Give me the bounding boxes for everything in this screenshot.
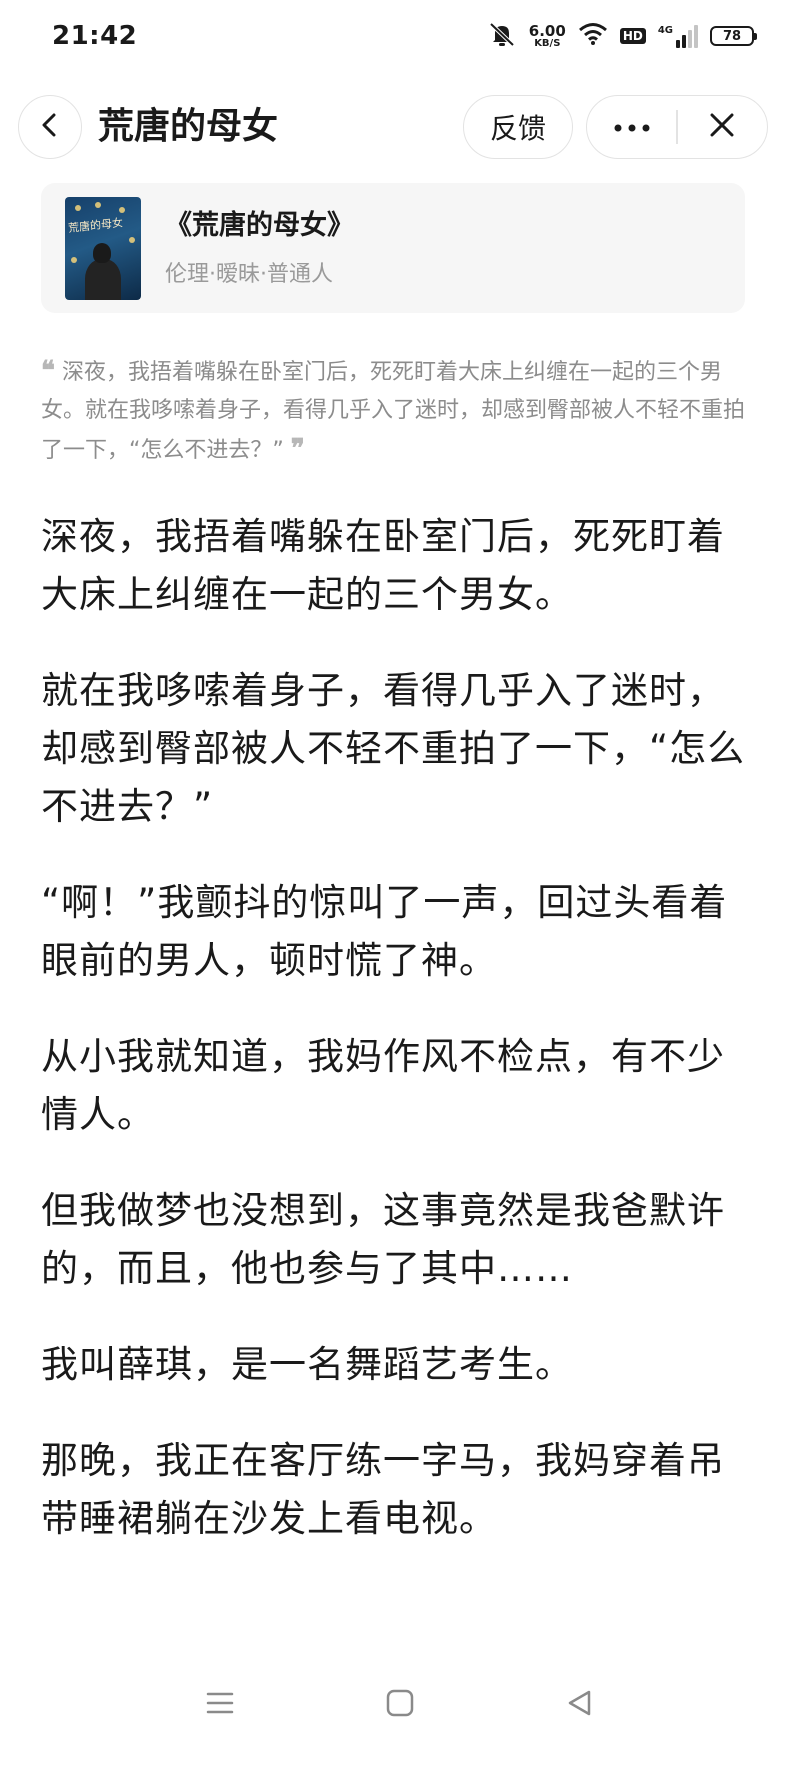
more-dots-icon [612,118,652,137]
close-icon [708,111,736,143]
net-speed-unit: KB/S [534,37,561,49]
status-icons: 6.00 KB/S HD 4G 78 [487,21,757,51]
book-card[interactable]: 荒唐的母女 《荒唐的母女》 伦理·暧昧·普通人 [41,183,745,313]
menu-button[interactable] [200,1685,240,1725]
signal-icon: 4G [657,24,698,48]
nav-back-button[interactable] [560,1685,600,1725]
cover-figure [85,259,121,300]
book-cover: 荒唐的母女 [65,197,141,300]
back-triangle-icon [565,1688,595,1722]
status-time: 21:42 [52,21,138,51]
net-speed-value: 6.00 [528,21,566,40]
book-tags: 伦理·暧昧·普通人 [165,262,333,287]
paragraph: 那晚，我正在客厅练一字马，我妈穿着吊带睡裙躺在沙发上看电视。 [41,1439,725,1540]
paragraph: 我叫薛琪，是一名舞蹈艺考生。 [41,1343,573,1386]
home-button[interactable] [380,1685,420,1725]
paragraph: 从小我就知道，我妈作风不检点，有不少情人。 [41,1035,725,1136]
paragraph: 深夜，我捂着嘴躲在卧室门后，死死盯着大床上纠缠在一起的三个男女。 [41,515,725,616]
paragraph: 但我做梦也没想到，这事竟然是我爸默许的，而且，他也参与了其中…… [41,1189,725,1290]
paragraph: “啊！”我颤抖的惊叫了一声，回过头看着眼前的男人，顿时慌了神。 [41,881,728,982]
page-title: 荒唐的母女 [98,106,279,147]
status-bar: 21:42 6.00 KB/S HD 4G 78 [0,0,800,72]
hd-badge: HD [619,28,646,44]
menu-capsule [586,95,768,159]
wifi-icon [578,22,608,50]
mute-bell-icon [487,21,517,51]
battery-level: 78 [722,28,742,44]
paragraph: 就在我哆嗦着身子，看得几乎入了迷时，却感到臀部被人不轻不重拍了一下，“怎么不进去… [41,669,746,828]
open-quote-icon: ❝ [41,356,55,386]
cover-title: 荒唐的母女 [67,216,124,235]
net-speed: 6.00 KB/S [528,21,566,49]
summary-quote: ❝ 深夜，我捂着嘴躲在卧室门后，死死盯着大床上纠缠在一起的三个男女。就在我哆嗦着… [41,352,747,470]
menu-icon [205,1690,235,1720]
network-label: 4G [657,24,673,36]
close-button[interactable] [678,96,767,158]
header: 荒唐的母女 反馈 [0,90,800,166]
back-button[interactable] [18,95,82,159]
home-square-icon [385,1688,415,1722]
chapter-body: 深夜，我捂着嘴躲在卧室门后，死死盯着大床上纠缠在一起的三个男女。 就在我哆嗦着身… [41,508,747,1586]
summary-text: 深夜，我捂着嘴躲在卧室门后，死死盯着大床上纠缠在一起的三个男女。就在我哆嗦着身子… [41,360,746,463]
back-arrow-icon [36,111,64,143]
battery-icon: 78 [710,26,757,46]
book-title: 《荒唐的母女》 [165,210,354,241]
more-button[interactable] [587,96,676,158]
system-nav-bar [0,1660,800,1750]
feedback-button[interactable]: 反馈 [463,95,573,159]
close-quote-icon: ❞ [290,434,305,464]
